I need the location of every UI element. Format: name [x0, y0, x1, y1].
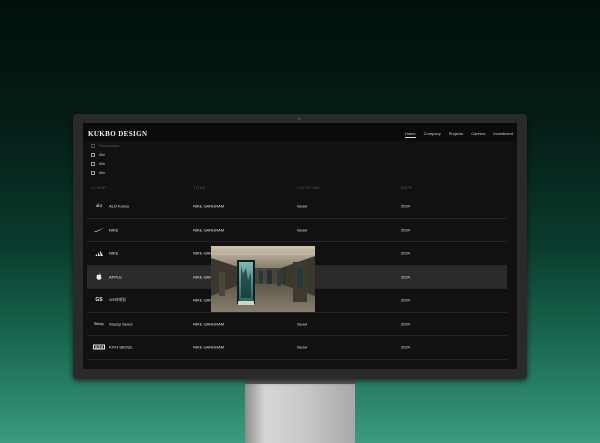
website-screen: KUKBO DESIGN Home Company Projects Caree… — [83, 123, 517, 369]
project-date: 2024 — [401, 250, 410, 256]
table-header: CLIENT TITLE LOCATION DATE — [83, 185, 517, 193]
adidas-logo-icon — [93, 249, 105, 257]
filter-option[interactable]: title — [91, 159, 119, 168]
nav-projects[interactable]: Projects — [449, 131, 463, 136]
checkbox[interactable] — [91, 161, 95, 166]
main-nav: Home Company Projects Careers Investment — [404, 131, 513, 138]
project-location: Seoul — [297, 321, 308, 327]
filter-label: title — [99, 161, 106, 166]
client-name: NIKE — [109, 227, 119, 233]
gs-logo-icon: GS — [95, 297, 103, 304]
filter-label: Renovation — [99, 143, 120, 148]
filter-option[interactable]: title — [91, 168, 119, 177]
stussy-logo-icon: Stüssy — [94, 321, 104, 327]
checkbox[interactable] — [91, 143, 95, 148]
project-title: NIKE GANGNAM — [193, 344, 225, 350]
nav-investment[interactable]: Investment — [493, 131, 513, 136]
filter-option[interactable]: title — [91, 150, 119, 159]
camera-dot — [298, 117, 301, 120]
nav-home[interactable]: Home — [404, 131, 416, 138]
monitor-stand — [245, 376, 355, 443]
project-title: NIKE GANGNAM — [193, 227, 225, 233]
filter-label: title — [99, 152, 106, 157]
header-location[interactable]: LOCATION — [297, 185, 320, 190]
client-name: KITH SEOUL — [109, 344, 133, 350]
client-name: Stussy Seoul — [109, 321, 133, 327]
alo-logo-icon: alo — [95, 203, 103, 209]
project-date: 2024 — [401, 344, 410, 350]
nav-careers[interactable]: Careers — [471, 131, 485, 136]
checkbox[interactable] — [91, 170, 95, 175]
filter-label: title — [99, 170, 106, 175]
client-name: GS리테일 — [109, 297, 126, 303]
project-date: 2024 — [401, 227, 410, 233]
nav-company[interactable]: Company — [424, 131, 441, 136]
filter-option[interactable]: Renovation — [91, 141, 119, 150]
table-row[interactable]: alo ALO Korea NIKE GANGNAM Seoul 2024 — [87, 195, 507, 219]
table-row[interactable]: KITH KITH SEOUL NIKE GANGNAM Seoul 2024 — [87, 336, 507, 360]
header-date[interactable]: DATE — [401, 185, 413, 190]
monitor-bezel: KUKBO DESIGN Home Company Projects Caree… — [73, 114, 527, 379]
project-location: Seoul — [297, 203, 308, 209]
project-date: 2024 — [401, 297, 410, 303]
site-logo[interactable]: KUKBO DESIGN — [88, 130, 147, 138]
nike-swoosh-icon — [93, 226, 105, 234]
project-title: NIKE GANGNAM — [193, 203, 225, 209]
client-name: ALO Korea — [109, 203, 129, 209]
project-location: Seoul — [297, 227, 308, 233]
category-filters: Renovation title title title — [91, 141, 119, 177]
kith-logo-icon: KITH — [93, 344, 106, 350]
project-date: 2024 — [401, 203, 410, 209]
table-row[interactable]: Stüssy Stussy Seoul NIKE GANGNAM Seoul 2… — [87, 313, 507, 336]
apple-logo-icon — [93, 273, 105, 281]
checkbox[interactable] — [91, 152, 95, 157]
project-preview-image — [211, 246, 315, 312]
header-title[interactable]: TITLE — [193, 185, 205, 190]
header-bar: KUKBO DESIGN Home Company Projects Caree… — [83, 123, 517, 141]
client-name: APPLE — [109, 274, 122, 280]
project-date: 2024 — [401, 321, 410, 327]
project-date: 2024 — [401, 274, 410, 280]
table-row[interactable]: NIKE NIKE GANGNAM Seoul 2024 — [87, 219, 507, 242]
project-title: NIKE GANGNAM — [193, 321, 225, 327]
header-client[interactable]: CLIENT — [91, 185, 107, 190]
project-location: Seoul — [297, 344, 308, 350]
client-name: NIKE — [109, 250, 119, 256]
